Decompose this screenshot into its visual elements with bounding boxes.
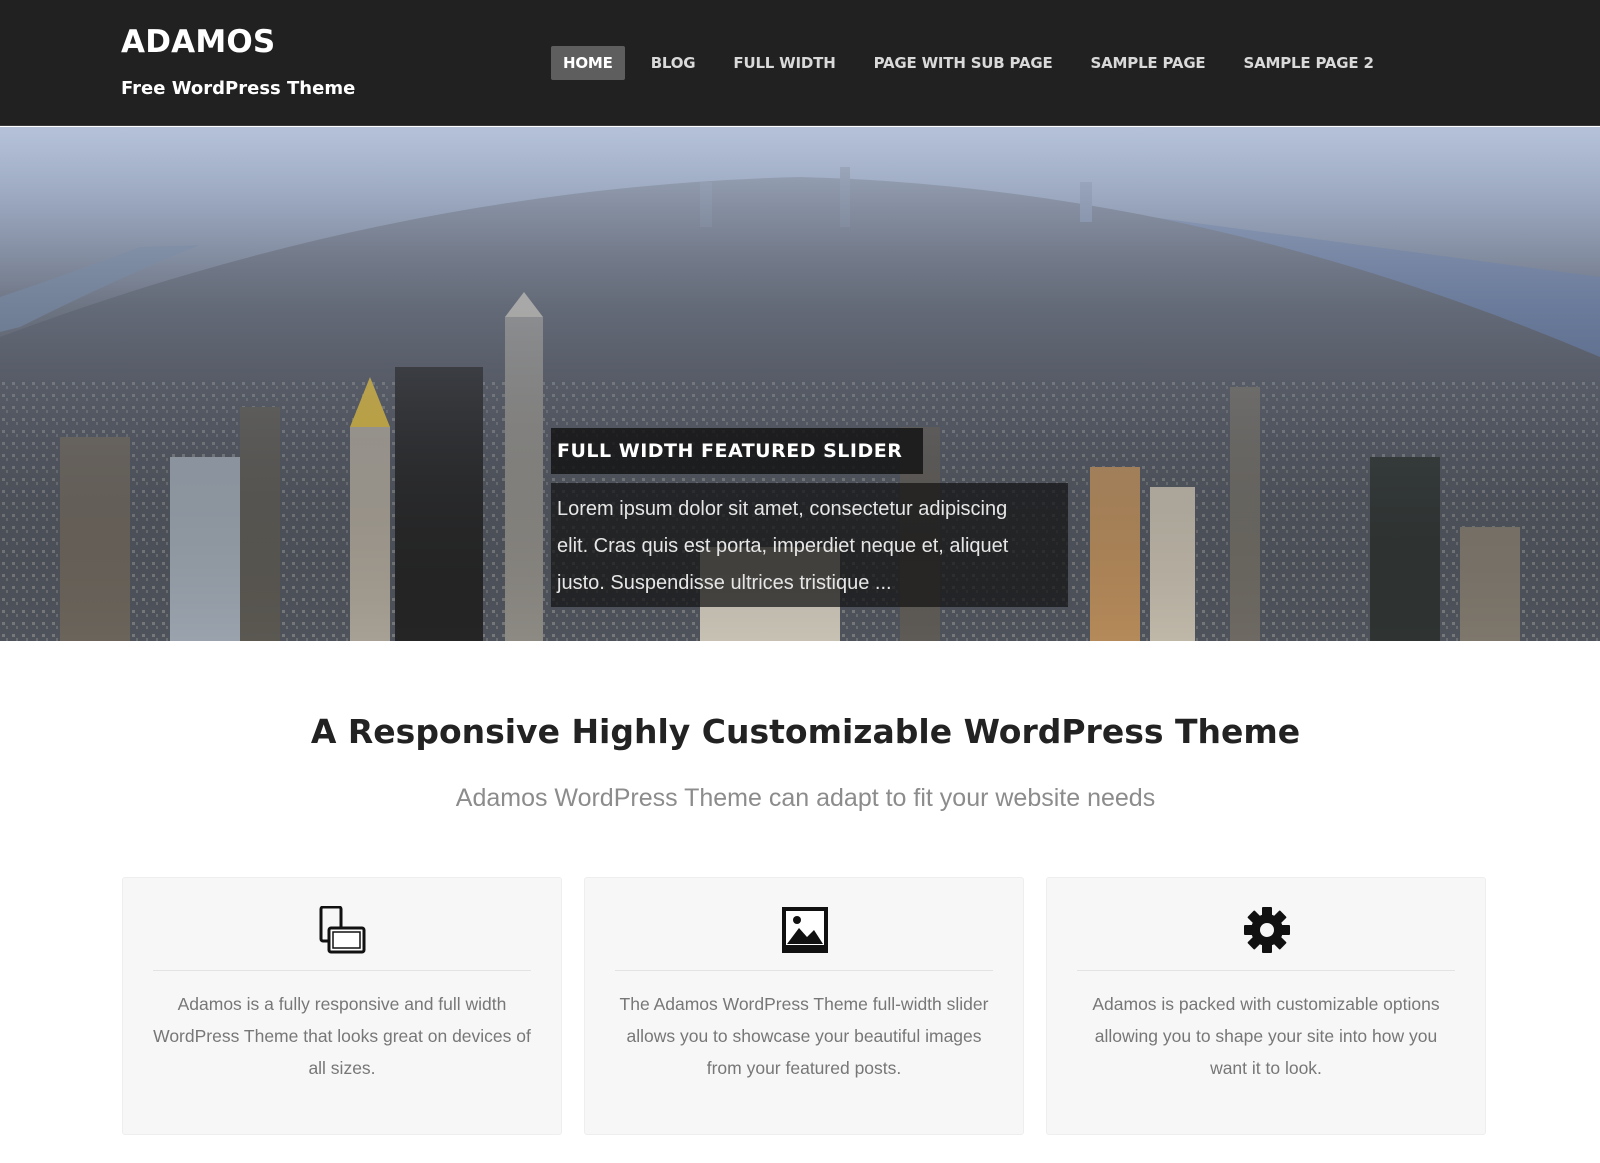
feature-divider [1077, 970, 1455, 971]
site-header: ADAMOS Free WordPress Theme HOME BLOG FU… [0, 0, 1600, 126]
feature-description: The Adamos WordPress Theme full-width sl… [619, 994, 989, 1078]
feature-description: Adamos is packed with customizable optio… [1092, 994, 1440, 1078]
nav-item-sample-page-2[interactable]: SAMPLE PAGE 2 [1231, 46, 1385, 80]
feature-divider [153, 970, 531, 971]
feature-description: Adamos is a fully responsive and full wi… [153, 994, 531, 1078]
feature-card-options: Adamos is packed with customizable optio… [1046, 877, 1486, 1135]
nav-item-page-with-sub-page[interactable]: PAGE WITH SUB PAGE [862, 46, 1065, 80]
slider-excerpt-line: justo. Suspendisse ultrices tristique ..… [557, 572, 892, 594]
devices-icon [319, 906, 366, 954]
nav-item-blog[interactable]: BLOG [639, 46, 708, 80]
slider-excerpt-line: Lorem ipsum dolor sit amet, consectetur … [557, 498, 1008, 520]
feature-card-responsive: Adamos is a fully responsive and full wi… [122, 877, 562, 1135]
slider-caption-title-box: FULL WIDTH FEATURED SLIDER [551, 428, 923, 474]
gear-icon [1244, 907, 1290, 953]
image-icon [782, 907, 828, 953]
nav-item-home[interactable]: HOME [551, 46, 625, 80]
slider-excerpt-line: elit. Cras quis est porta, imperdiet neq… [557, 535, 1009, 557]
intro-title: A Responsive Highly Customizable WordPre… [310, 712, 1301, 751]
feature-divider [615, 970, 993, 971]
slider-caption-text-box: Lorem ipsum dolor sit amet, consectetur … [551, 483, 1068, 607]
nav-item-sample-page[interactable]: SAMPLE PAGE [1079, 46, 1218, 80]
slider-title[interactable]: FULL WIDTH FEATURED SLIDER [557, 440, 902, 462]
site-tagline: Free WordPress Theme [121, 78, 356, 99]
site-title[interactable]: ADAMOS [121, 24, 275, 60]
main-nav: HOME BLOG FULL WIDTH PAGE WITH SUB PAGE … [551, 46, 1400, 80]
feature-card-slider: The Adamos WordPress Theme full-width sl… [584, 877, 1024, 1135]
nav-item-full-width[interactable]: FULL WIDTH [721, 46, 847, 80]
intro-subtitle: Adamos WordPress Theme can adapt to fit … [455, 784, 1156, 812]
featured-slider[interactable]: FULL WIDTH FEATURED SLIDER Lorem ipsum d… [0, 127, 1600, 641]
